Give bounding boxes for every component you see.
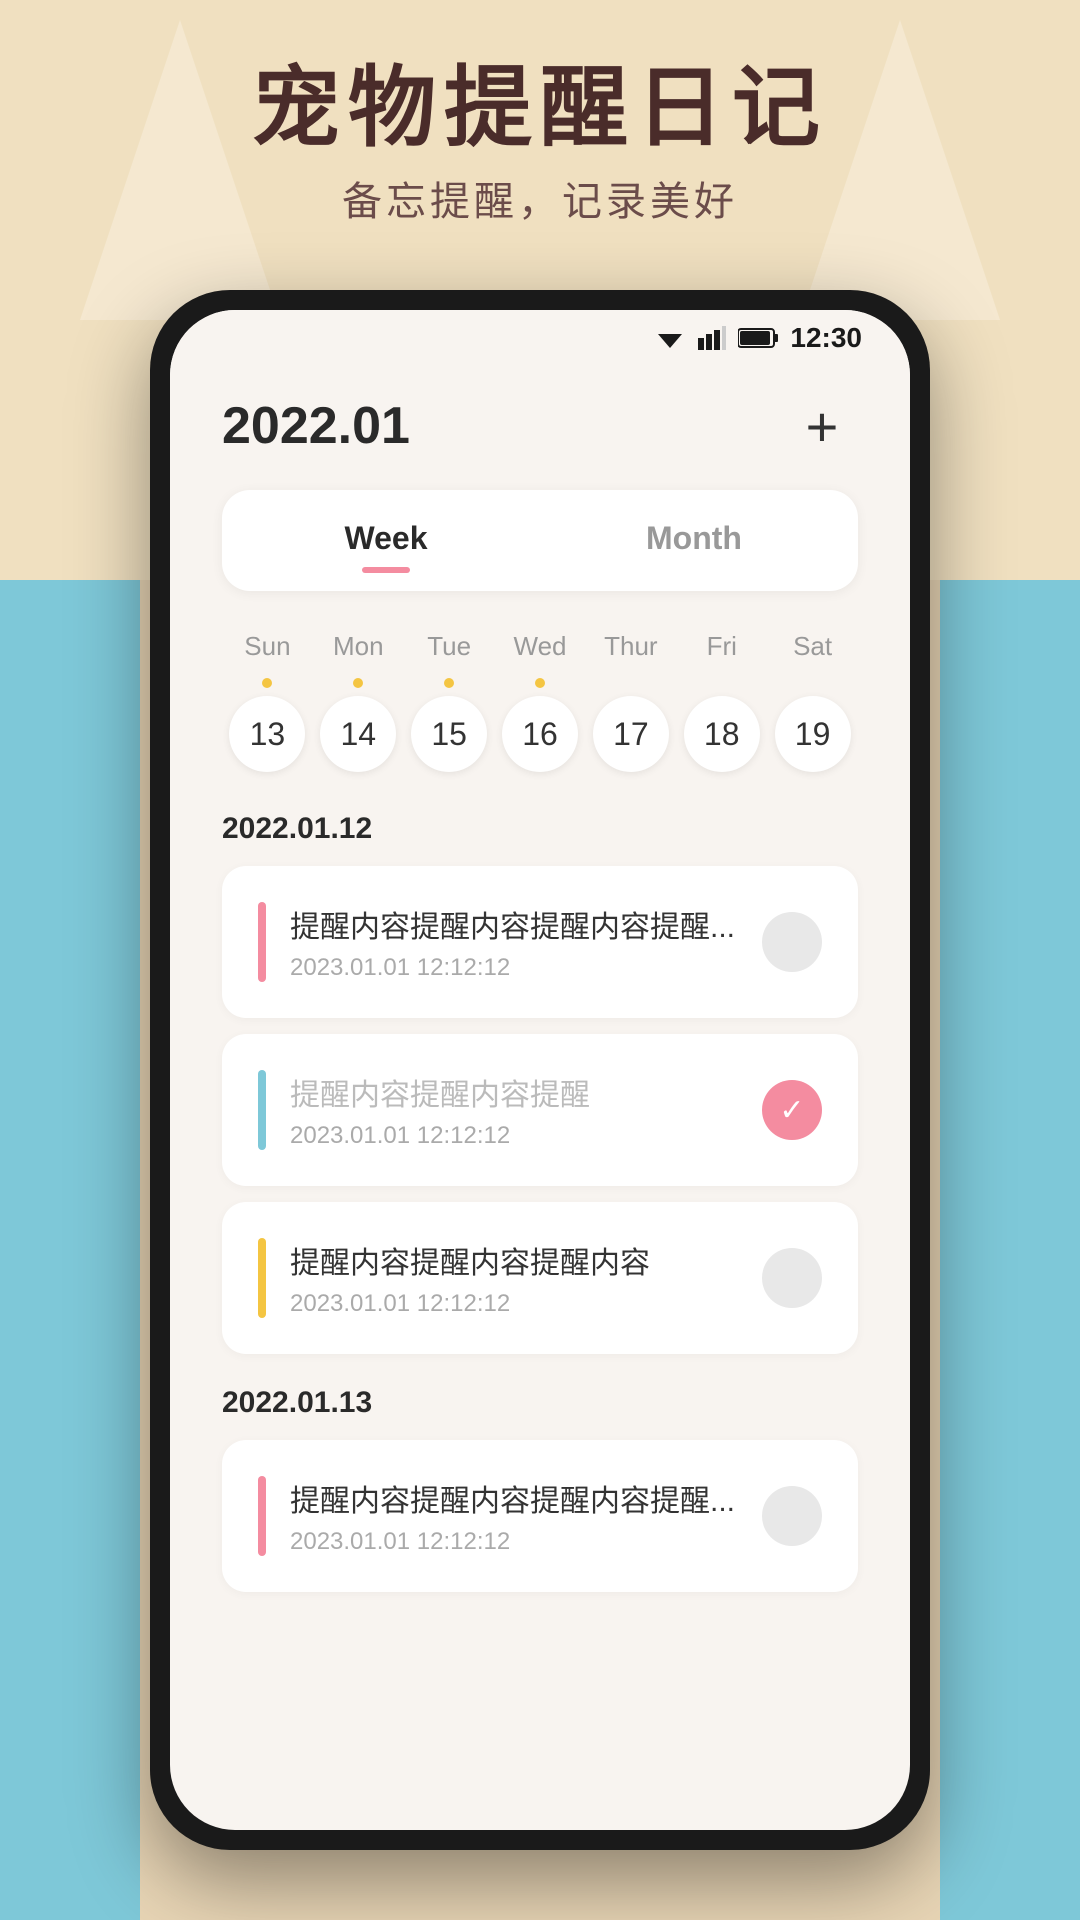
day-dot-13 [262, 678, 272, 688]
day-number-14: 14 [320, 696, 396, 772]
status-time: 12:30 [790, 322, 862, 354]
reminder-toggle-2[interactable]: ✓ [762, 1080, 822, 1140]
wifi-icon [654, 326, 686, 350]
day-label-thu: Thur [585, 631, 676, 662]
reminder-bar-4 [258, 1476, 266, 1556]
app-title-area: 宠物提醒日记 备忘提醒，记录美好 [0, 60, 1080, 227]
reminder-card-1[interactable]: 提醒内容提醒内容提醒内容提醒... 2023.01.01 12:12:12 [222, 866, 858, 1018]
reminder-info-2: 提醒内容提醒内容提醒 2023.01.01 12:12:12 [290, 1070, 738, 1150]
signal-icon [698, 326, 726, 350]
day-label-fri: Fri [676, 631, 767, 662]
reminder-time-2: 2023.01.01 12:12:12 [290, 1122, 738, 1150]
check-icon: ✓ [779, 1093, 804, 1128]
reminder-card-2[interactable]: 提醒内容提醒内容提醒 2023.01.01 12:12:12 ✓ [222, 1034, 858, 1186]
reminder-info-4: 提醒内容提醒内容提醒内容提醒... 2023.01.01 12:12:12 [290, 1476, 738, 1556]
day-cell-16[interactable]: 16 [495, 678, 586, 772]
day-cell-13[interactable]: 13 [222, 678, 313, 772]
reminder-bar-3 [258, 1238, 266, 1318]
day-number-19: 19 [775, 696, 851, 772]
reminder-title-3: 提醒内容提醒内容提醒内容 [290, 1238, 738, 1282]
section-date-1: 2022.01.12 [222, 812, 858, 846]
section-date-2: 2022.01.13 [222, 1386, 858, 1420]
day-label-sun: Sun [222, 631, 313, 662]
day-number-16: 16 [502, 696, 578, 772]
reminder-info-3: 提醒内容提醒内容提醒内容 2023.01.01 12:12:12 [290, 1238, 738, 1318]
week-days-row: 13 14 15 16 [222, 678, 858, 772]
day-label-sat: Sat [767, 631, 858, 662]
add-button[interactable]: + [786, 390, 858, 462]
day-number-13: 13 [229, 696, 305, 772]
day-cell-19[interactable]: 19 [767, 678, 858, 772]
battery-icon [738, 327, 778, 349]
day-dot-14 [353, 678, 363, 688]
section-2022-01-13: 2022.01.13 提醒内容提醒内容提醒内容提醒... 2023.01.01 … [222, 1386, 858, 1592]
reminder-toggle-4[interactable] [762, 1486, 822, 1546]
app-content: 2022.01 + Week Month Sun Mon Tue [170, 366, 910, 1592]
day-number-15: 15 [411, 696, 487, 772]
tab-bar: Week Month [222, 490, 858, 591]
day-cell-17[interactable]: 17 [585, 678, 676, 772]
tab-week[interactable]: Week [232, 500, 540, 581]
app-title-sub: 备忘提醒，记录美好 [0, 169, 1080, 227]
bg-right-panel [940, 580, 1080, 1920]
reminder-time-1: 2023.01.01 12:12:12 [290, 954, 738, 982]
day-cell-18[interactable]: 18 [676, 678, 767, 772]
day-dot-16 [535, 678, 545, 688]
phone-frame: 12:30 2022.01 + Week Month [150, 290, 930, 1850]
reminder-info-1: 提醒内容提醒内容提醒内容提醒... 2023.01.01 12:12:12 [290, 902, 738, 982]
bg-left-panel [0, 580, 140, 1920]
day-label-wed: Wed [495, 631, 586, 662]
app-header: 2022.01 + [222, 366, 858, 490]
week-header: Sun Mon Tue Wed Thur Fri Sat [222, 631, 858, 662]
reminder-time-4: 2023.01.01 12:12:12 [290, 1528, 738, 1556]
status-bar: 12:30 [170, 310, 910, 366]
reminder-title-2: 提醒内容提醒内容提醒 [290, 1070, 738, 1114]
year-month-display: 2022.01 [222, 396, 410, 456]
reminder-time-3: 2023.01.01 12:12:12 [290, 1290, 738, 1318]
reminder-toggle-1[interactable] [762, 912, 822, 972]
day-dot-15 [444, 678, 454, 688]
reminder-bar-2 [258, 1070, 266, 1150]
tab-underline [362, 567, 410, 573]
tab-month[interactable]: Month [540, 500, 848, 581]
reminder-bar-1 [258, 902, 266, 982]
day-label-tue: Tue [404, 631, 495, 662]
day-number-17: 17 [593, 696, 669, 772]
reminder-card-3[interactable]: 提醒内容提醒内容提醒内容 2023.01.01 12:12:12 [222, 1202, 858, 1354]
status-icons: 12:30 [654, 322, 862, 354]
reminder-card-4[interactable]: 提醒内容提醒内容提醒内容提醒... 2023.01.01 12:12:12 [222, 1440, 858, 1592]
reminder-toggle-3[interactable] [762, 1248, 822, 1308]
phone-screen: 12:30 2022.01 + Week Month [170, 310, 910, 1830]
day-cell-14[interactable]: 14 [313, 678, 404, 772]
day-number-18: 18 [684, 696, 760, 772]
section-2022-01-12: 2022.01.12 提醒内容提醒内容提醒内容提醒... 2023.01.01 … [222, 812, 858, 1354]
week-calendar: Sun Mon Tue Wed Thur Fri Sat 13 14 [222, 631, 858, 772]
day-cell-15[interactable]: 15 [404, 678, 495, 772]
reminder-title-1: 提醒内容提醒内容提醒内容提醒... [290, 902, 738, 946]
reminder-title-4: 提醒内容提醒内容提醒内容提醒... [290, 1476, 738, 1520]
day-label-mon: Mon [313, 631, 404, 662]
app-title-main: 宠物提醒日记 [0, 60, 1080, 157]
